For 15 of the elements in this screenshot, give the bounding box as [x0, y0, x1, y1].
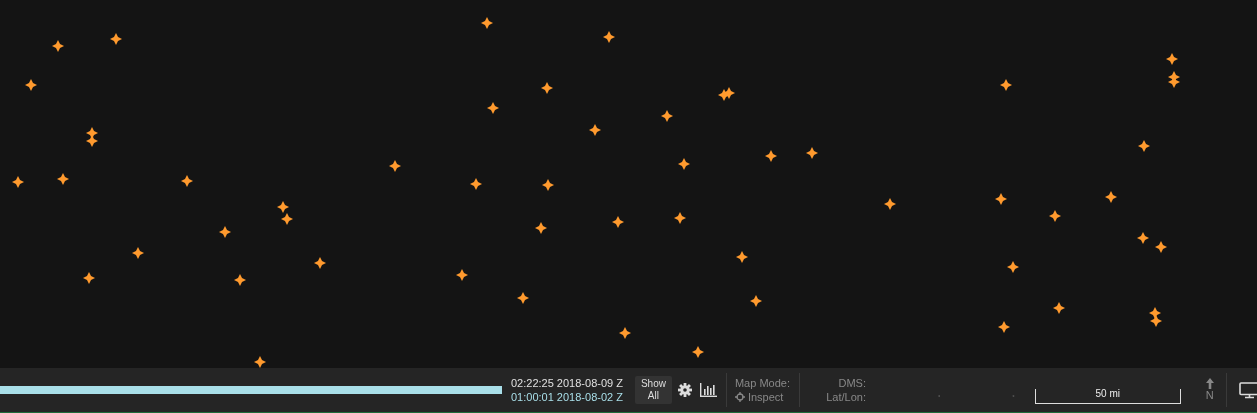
- monitor-icon[interactable]: [1238, 381, 1257, 399]
- start-time: 01:00:01 2018-08-02 Z: [511, 390, 623, 404]
- map-mode-label: Map Mode:: [734, 376, 790, 390]
- inspect-mode-button[interactable]: Inspect: [734, 390, 790, 404]
- current-time: 02:22:25 2018-08-09 Z: [511, 376, 623, 390]
- bar-chart-icon[interactable]: [699, 383, 717, 397]
- crosshair-icon: [734, 392, 745, 402]
- north-label: N: [1205, 389, 1214, 402]
- timeline-slider[interactable]: [0, 386, 502, 394]
- coordinate-label: Lat/Lon:: [825, 390, 866, 404]
- scale-bar: 50 mi: [1034, 388, 1181, 404]
- settings-icon[interactable]: [677, 383, 692, 397]
- show-all-button[interactable]: Show All: [634, 376, 672, 404]
- coordinate-label: DMS:: [837, 376, 866, 390]
- north-arrow-icon: [1205, 378, 1214, 389]
